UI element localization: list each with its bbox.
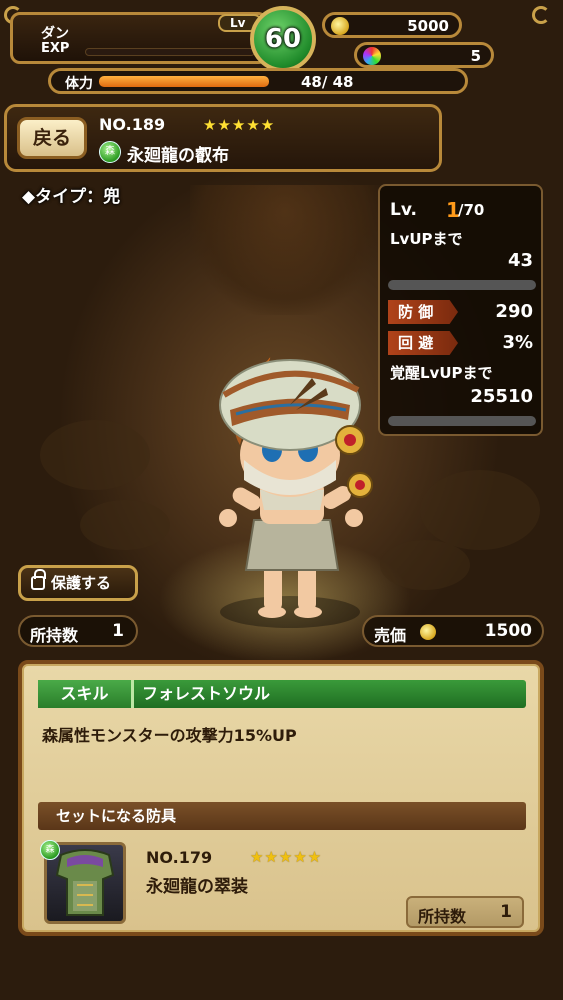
gem-icon — [363, 47, 381, 65]
rock-decoration — [380, 540, 470, 590]
owned-value: 1 — [112, 621, 124, 641]
character-sprite — [200, 350, 390, 640]
defense-value: 290 — [495, 301, 533, 322]
stamina-value: 48/ 48 — [301, 73, 354, 91]
coin-icon — [331, 17, 349, 35]
awaken-value: 25510 — [470, 386, 533, 407]
item-name: 永廻龍の叡布 — [127, 146, 229, 166]
coin-icon — [420, 624, 436, 640]
evade-tag: 回 避 — [388, 331, 458, 355]
stamina-bar — [99, 76, 269, 87]
back-button[interactable]: 戻る — [17, 117, 87, 159]
protect-button[interactable]: 保護する — [18, 565, 138, 601]
item-header: 戻る NO.189 ★★★★★ 森 永廻龍の叡布 — [4, 104, 442, 172]
detail-panel: スキル フォレストソウル 森属性モンスターの攻撃力15%UP セットになる防具 … — [18, 660, 544, 936]
character-illustration — [219, 357, 373, 628]
stat-level-max: /70 — [458, 201, 485, 219]
rock-decoration — [80, 500, 170, 550]
player-level-badge: 60 — [250, 6, 316, 72]
awaken-label: 覚醒LvUPまで — [390, 364, 493, 382]
armor-icon — [55, 849, 115, 916]
stamina-panel: 体力 48/ 48 — [48, 68, 468, 94]
rock-decoration — [420, 470, 540, 550]
owned-count: 所持数 1 — [18, 615, 138, 647]
set-armor-name: 永廻龍の翠装 — [146, 877, 248, 897]
item-rarity-stars: ★★★★★ — [203, 116, 276, 134]
lvup-value: 43 — [507, 250, 533, 271]
sell-price: 売価 1500 — [362, 615, 544, 647]
stat-level-label: Lv. — [390, 200, 417, 220]
owned-label: 所持数 — [30, 626, 79, 645]
forest-element-icon: 森 — [99, 141, 121, 163]
set-armor-number: NO.179 — [146, 848, 213, 867]
protect-label: 保護する — [51, 574, 112, 592]
coin-value: 5000 — [407, 17, 449, 35]
set-armor-owned: 所持数 1 — [406, 896, 524, 928]
swirl-ornament — [532, 6, 550, 24]
stamina-bar-fill — [99, 76, 269, 87]
defense-tag: 防 御 — [388, 300, 458, 324]
skill-tag: スキル — [38, 680, 134, 708]
item-type: ◆タイプ：兜 — [22, 187, 121, 207]
skill-header: スキル フォレストソウル — [38, 680, 526, 708]
player-name: ダン — [41, 26, 69, 42]
item-number: NO.189 — [99, 115, 166, 134]
gem-counter: 5 — [354, 42, 494, 68]
sell-label: 売価 — [374, 626, 407, 645]
skill-description: 森属性モンスターの攻撃力15%UP — [42, 726, 297, 745]
exp-label: EXP — [41, 41, 70, 56]
stats-panel: Lv. 1 /70 LvUPまで 43 防 御 290 回 避 3% 覚醒LvU… — [378, 184, 543, 436]
sell-value: 1500 — [484, 621, 532, 641]
forest-element-icon: 森 — [40, 840, 60, 860]
evade-value: 3% — [502, 332, 533, 353]
lock-icon — [31, 569, 46, 590]
tree-root-decoration — [190, 185, 380, 315]
set-armor-stars: ★★★★★ — [250, 848, 323, 866]
exp-bar — [85, 48, 255, 56]
coin-counter: 5000 — [322, 12, 462, 38]
awaken-progress-bar — [388, 416, 536, 426]
gem-value: 5 — [470, 47, 481, 65]
lvup-label: LvUPまで — [390, 230, 463, 248]
player-status-bar: ダン EXP Lv 60 5000 5 体力 48/ 48 — [4, 4, 559, 96]
set-owned-label: 所持数 — [418, 907, 467, 926]
set-owned-value: 1 — [500, 902, 512, 922]
skill-name: フォレストソウル — [142, 684, 271, 703]
rock-decoration — [40, 420, 150, 490]
lvup-progress-bar — [388, 280, 536, 290]
stamina-label: 体力 — [65, 76, 93, 92]
set-armor-header: セットになる防具 — [38, 802, 526, 830]
